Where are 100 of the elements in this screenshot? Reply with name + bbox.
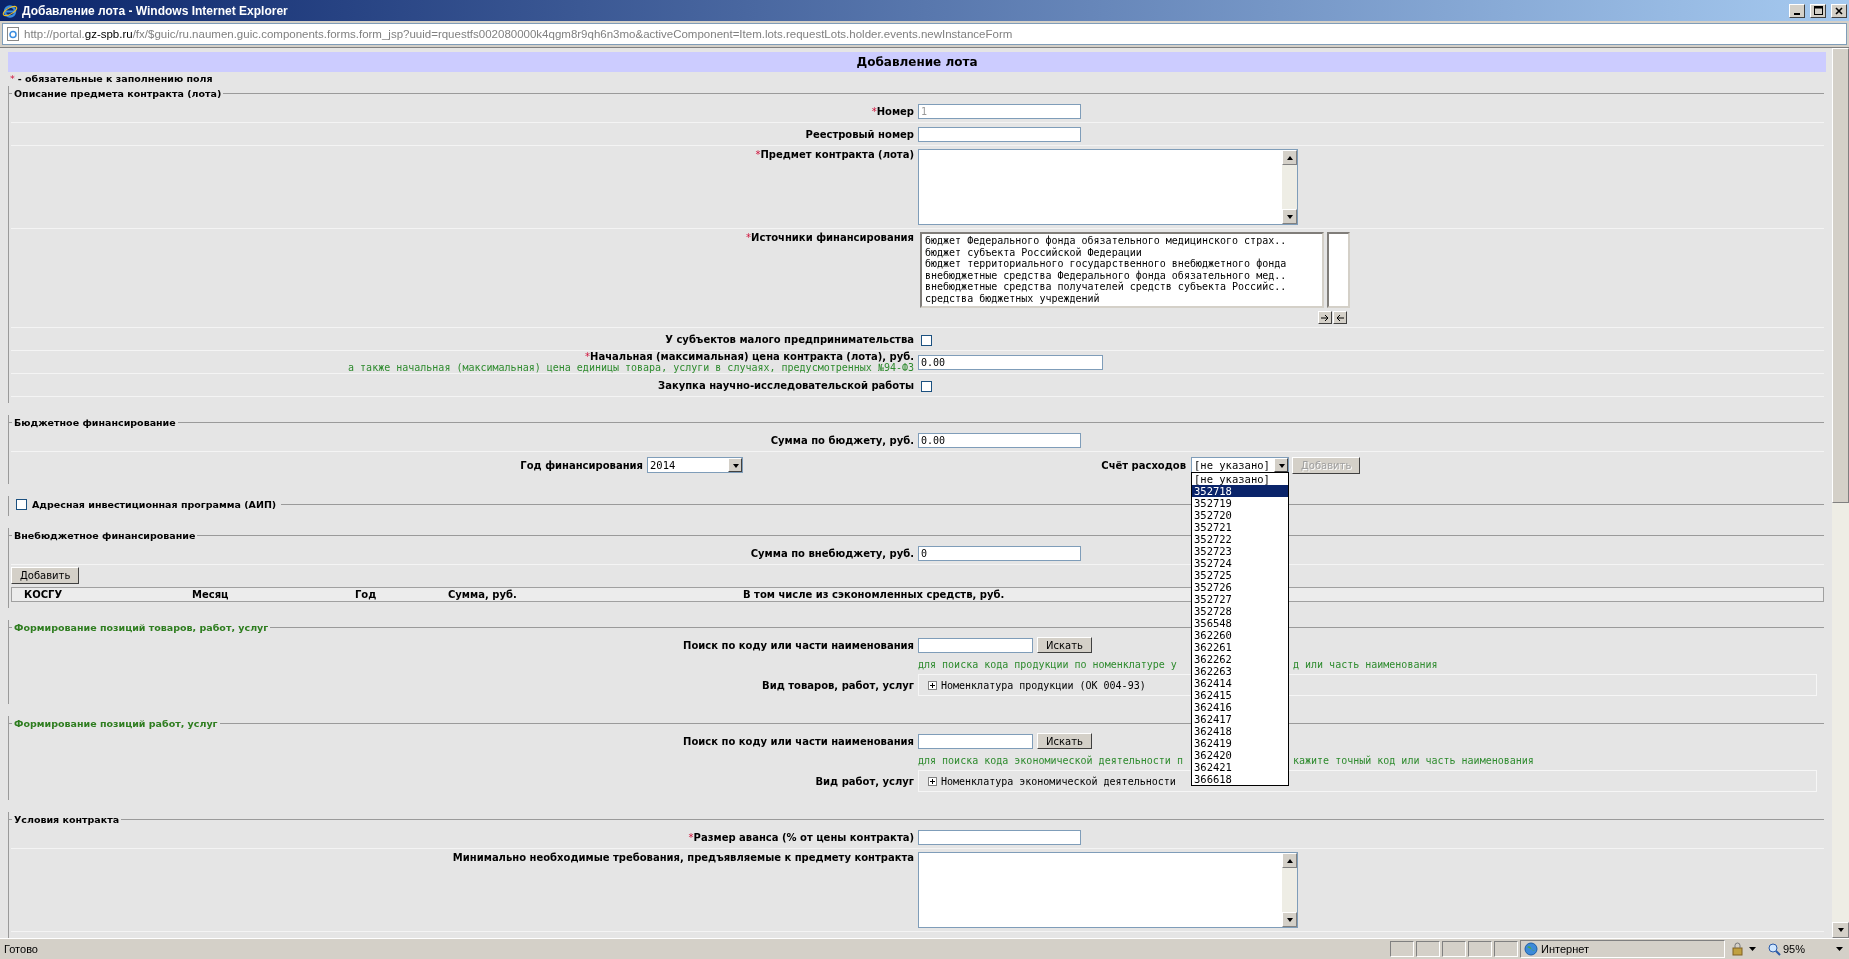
hint-text: для поиска кода экономической деятельности п xyxy=(918,754,1184,766)
required-mark: * xyxy=(688,831,694,843)
dropdown-option[interactable]: 362421 xyxy=(1192,761,1288,773)
list-option[interactable]: внебюджетные средства получателей средств субъекта Российс.. xyxy=(925,281,1319,293)
dropdown-option[interactable]: 362260 xyxy=(1192,629,1288,641)
move-left-button[interactable] xyxy=(1333,311,1347,324)
close-icon xyxy=(1835,6,1843,15)
scrollbar[interactable] xyxy=(1282,150,1297,224)
status-pane xyxy=(1416,941,1440,957)
minimize-button[interactable] xyxy=(1789,3,1805,18)
caret-icon xyxy=(1836,946,1843,952)
dropdown-option[interactable]: 356548 xyxy=(1192,617,1288,629)
required-mark: * xyxy=(585,351,591,362)
dropdown-option[interactable]: 362418 xyxy=(1192,725,1288,737)
arrow-right-icon xyxy=(1320,313,1330,322)
list-option[interactable]: средства бюджетных учреждений xyxy=(925,292,1319,304)
scrollbar[interactable] xyxy=(1282,853,1297,927)
field-label: Размер аванса (% от цены контракта) xyxy=(693,831,914,843)
status-pane xyxy=(1468,941,1492,957)
dropdown-option[interactable]: 352724 xyxy=(1192,557,1288,569)
dropdown-option[interactable]: 362417 xyxy=(1192,713,1288,725)
text-field[interactable]: 0.00 xyxy=(918,354,1103,370)
browser-icon xyxy=(2,2,18,19)
close-button[interactable] xyxy=(1831,3,1847,18)
field-label: Вид товаров, работ, услуг xyxy=(762,679,914,691)
scroll-thumb[interactable] xyxy=(1832,48,1849,503)
text-field[interactable]: 0 xyxy=(918,545,1081,561)
column-header: В том числе из сэкономленных средств, руб. xyxy=(743,589,1005,600)
dropdown-option[interactable]: 352721 xyxy=(1192,521,1288,533)
dropdown-option[interactable]: 362416 xyxy=(1192,701,1288,713)
dropdown-option[interactable]: 352718 xyxy=(1192,485,1288,497)
scroll-up-icon[interactable] xyxy=(1282,150,1297,165)
field-label: Счёт расходов xyxy=(1100,459,1187,471)
status-pane xyxy=(1442,941,1466,957)
zoom-menu[interactable]: 95% xyxy=(1762,942,1849,956)
dropdown-option[interactable]: 362414 xyxy=(1192,677,1288,689)
scroll-down-icon[interactable] xyxy=(1282,209,1297,224)
scroll-down-icon[interactable] xyxy=(1832,922,1849,938)
checkbox[interactable] xyxy=(921,381,932,392)
section-legend: Бюджетное финансирование xyxy=(12,416,178,428)
list-option[interactable]: бюджет территориального государственного внебюджетного фонда xyxy=(925,258,1319,270)
dropdown-option[interactable]: 352726 xyxy=(1192,581,1288,593)
dropdown-list[interactable]: [не указано] 352718 352719 352720 352721 352722 352723 352724 352725 352726 352727 352728 356548 362260 362261 362262 362263 362414 362415 362416 362417 362418 362419 362420 362421 366618 xyxy=(1191,472,1289,786)
arrow-left-icon xyxy=(1335,313,1345,322)
text-field[interactable] xyxy=(918,829,1081,845)
scroll-up-icon[interactable] xyxy=(1282,853,1297,868)
field-label: Реестровый номер xyxy=(805,128,914,140)
search-button[interactable]: Искать xyxy=(1037,733,1092,749)
list-option[interactable]: внебюджетные средства Федерального фонда обязательного мед.. xyxy=(925,269,1319,281)
dropdown-option[interactable]: 362261 xyxy=(1192,641,1288,653)
dropdown-option[interactable]: 362263 xyxy=(1192,665,1288,677)
tree-node[interactable]: Номенклатура продукции (ОК 004-93) xyxy=(941,679,1146,691)
dropdown-option[interactable]: [не указано] xyxy=(1192,473,1288,485)
dropdown-option[interactable]: 362415 xyxy=(1192,689,1288,701)
tree-node[interactable]: Номенклатура экономической деятельности xyxy=(941,775,1176,787)
checkbox[interactable] xyxy=(16,498,27,510)
field-hint: а также начальная (максимальная) цена единицы товара, услуги в случаях, предусмотренных №94-ФЗ xyxy=(348,362,914,373)
dropdown-option[interactable]: 352727 xyxy=(1192,593,1288,605)
required-mark: * xyxy=(10,72,15,86)
dropdown-option[interactable]: 352725 xyxy=(1192,569,1288,581)
list-box[interactable] xyxy=(920,232,1324,308)
expand-icon[interactable] xyxy=(928,680,937,690)
dropdown-option[interactable]: 352719 xyxy=(1192,497,1288,509)
maximize-button[interactable] xyxy=(1810,3,1826,18)
field-label: Предмет контракта (лота) xyxy=(760,149,914,160)
list-option[interactable]: бюджет Федерального фонда обязательного медицинского страх.. xyxy=(925,235,1319,247)
scrollbar[interactable] xyxy=(1832,48,1849,938)
text-field[interactable] xyxy=(918,126,1081,142)
dropdown-option[interactable]: 362262 xyxy=(1192,653,1288,665)
dropdown-option[interactable]: 352728 xyxy=(1192,605,1288,617)
field-label: Поиск по коду или части наименования xyxy=(683,639,914,651)
dropdown-option[interactable]: 362419 xyxy=(1192,737,1288,749)
globe-icon xyxy=(1524,942,1538,956)
zoom-icon xyxy=(1768,942,1781,956)
search-field[interactable] xyxy=(918,637,1033,653)
status-text: Готово xyxy=(3,943,39,955)
dropdown-option[interactable]: 362420 xyxy=(1192,749,1288,761)
hint-text: для поиска кода продукции по номенклатуре у xyxy=(918,658,1178,670)
search-field[interactable] xyxy=(918,733,1033,749)
scroll-down-icon[interactable] xyxy=(1282,912,1297,927)
year-select[interactable]: 2014 xyxy=(647,457,743,473)
dropdown-option[interactable]: 352720 xyxy=(1192,509,1288,521)
add-button[interactable]: Добавить xyxy=(11,566,80,584)
dropdown-option[interactable]: 352723 xyxy=(1192,545,1288,557)
address-bar[interactable]: http://portal.gz-spb.ru/fx/$guic/ru.naumen.guic.components.forms.form_jsp?uuid=rquestfs002080000k4qgm8r9qh6n3mo&activeComponent=Item.lots.requestLots.holder.events.newInstanceForm xyxy=(2,23,1847,45)
dropdown-option[interactable]: 366618 xyxy=(1192,773,1288,785)
required-note: - обязательные к заполнению поля xyxy=(17,72,213,86)
status-pane xyxy=(1390,941,1414,957)
field-label: У субъектов малого предпринимательства xyxy=(665,333,914,345)
url-text: http://portal.gz-spb.ru/fx/$guic/ru.naumen.guic.components.forms.form_jsp?uuid=rquestfs002080000k4qgm8r9qh6n3mo&activeComponent=Item.lots.requestLots.holder.events.newInstanceForm xyxy=(24,28,1013,40)
dropdown-option[interactable]: 352722 xyxy=(1192,533,1288,545)
column-header: Месяц xyxy=(192,589,229,600)
text-field[interactable]: 0.00 xyxy=(918,432,1081,448)
zoom-level: 95% xyxy=(1783,943,1806,955)
move-right-button[interactable] xyxy=(1318,311,1332,324)
search-button[interactable]: Искать xyxy=(1037,637,1092,653)
list-option[interactable]: бюджет субъекта Российской Федерации xyxy=(925,246,1319,258)
expand-icon[interactable] xyxy=(928,776,937,786)
account-select[interactable]: [не указано] xyxy=(1191,457,1289,473)
checkbox[interactable] xyxy=(921,335,932,346)
